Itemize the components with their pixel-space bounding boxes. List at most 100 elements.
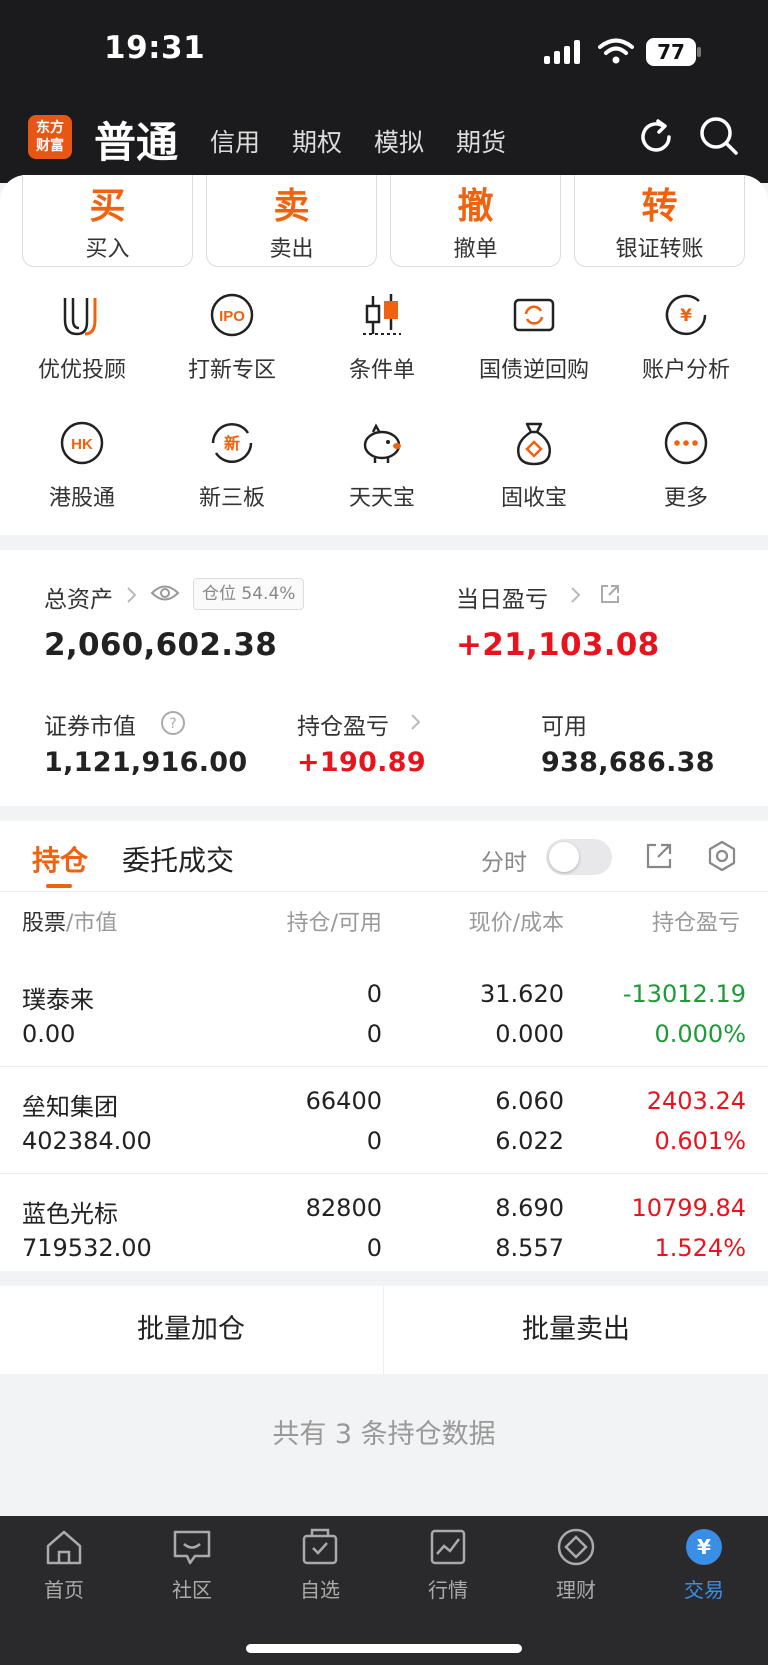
feature-label: 固收宝: [500, 486, 567, 511]
holding-pl-label[interactable]: 持仓盈亏: [297, 707, 389, 741]
tab-orders[interactable]: 委托成交: [122, 839, 234, 879]
home-icon: [46, 1530, 82, 1565]
nav-label: 理财: [556, 1578, 596, 1602]
nav-community[interactable]: 社区: [132, 1526, 252, 1603]
feature-conditional-order[interactable]: 条件单: [312, 290, 452, 384]
feature-more[interactable]: 更多: [616, 418, 756, 512]
nav-trade[interactable]: ¥ 交易: [644, 1526, 764, 1603]
feature-new-third-board[interactable]: 新 新三板: [162, 418, 302, 512]
money-bag-icon: [517, 422, 551, 466]
help-icon[interactable]: ?: [160, 710, 186, 736]
position-row[interactable]: 垒知集团 402384.00 66400 0 6.060 6.022 2403.24 0.60…: [0, 1067, 768, 1174]
tab-futures[interactable]: 期货: [456, 123, 506, 159]
signal-icon: [544, 40, 580, 64]
position-row[interactable]: 蓝色光标 719532.00 82800 0 8.690 8.557 10799.84 1.5…: [0, 1174, 768, 1281]
nav-label: 交易: [684, 1578, 724, 1602]
feature-uu-advisor[interactable]: 优优投顾: [12, 290, 152, 384]
timeshare-toggle[interactable]: [546, 839, 612, 875]
total-assets-label[interactable]: 总资产: [44, 580, 113, 614]
svg-text:IPO: IPO: [219, 308, 245, 325]
svg-text:?: ?: [169, 716, 176, 732]
holding-pl-pct: 1.524%: [654, 1234, 746, 1262]
cancel-glyph: 撤: [457, 186, 494, 227]
nav-wealth[interactable]: 理财: [516, 1526, 636, 1603]
feature-label: 账户分析: [641, 358, 730, 383]
nav-label: 首页: [44, 1578, 84, 1602]
position-ratio-badge: 仓位 54.4%: [193, 578, 305, 610]
cost-price: 8.557: [495, 1234, 564, 1262]
chevron-right-icon: [571, 587, 581, 603]
bottom-tab-bar: 首页 社区 自选 行情 理财 ¥ 交易: [0, 1516, 768, 1665]
header-stock: 股票: [22, 911, 67, 936]
daily-pl-label[interactable]: 当日盈亏: [456, 580, 548, 614]
footer: 共有 3 条持仓数据: [0, 1374, 768, 1516]
buy-button[interactable]: 买 买入: [22, 175, 193, 267]
position-row[interactable]: 璞泰来 0.00 0 0 31.620 0.000 -13012.19 0.000%: [0, 960, 768, 1067]
feature-label: 港股通: [48, 486, 115, 511]
settings-icon[interactable]: [706, 840, 738, 872]
bank-transfer-button[interactable]: 转 银证转账: [574, 175, 745, 267]
svg-text:¥: ¥: [697, 1535, 711, 1559]
nav-label: 社区: [172, 1578, 212, 1602]
toggle-knob: [549, 842, 579, 872]
nav-label: 行情: [428, 1578, 468, 1602]
available-value: 938,686.38: [541, 747, 715, 778]
feature-hk-connect[interactable]: HK 港股通: [12, 418, 152, 512]
feature-ipo-zone[interactable]: IPO 打新专区: [162, 290, 302, 384]
battery-level: 77: [657, 40, 685, 64]
available-qty: 0: [366, 1234, 382, 1262]
wifi-icon: [598, 38, 634, 64]
feature-label: 条件单: [348, 358, 415, 383]
trade-icon: ¥: [686, 1529, 722, 1565]
search-icon[interactable]: [698, 115, 740, 157]
piggy-bank-icon: [363, 423, 401, 463]
tab-holdings[interactable]: 持仓: [32, 839, 88, 879]
clock: 19:31: [104, 30, 206, 66]
tab-options[interactable]: 期权: [292, 123, 342, 159]
holding-pl: 2403.24: [646, 1087, 746, 1115]
tab-normal[interactable]: 普通: [94, 109, 178, 170]
chevron-right-icon: [411, 714, 421, 730]
feature-tiantianbao[interactable]: 天天宝: [312, 418, 452, 512]
nav-home[interactable]: 首页: [4, 1526, 124, 1603]
eye-icon[interactable]: [150, 582, 180, 604]
batch-actions: 批量加仓 批量卖出: [0, 1286, 768, 1374]
tab-credit[interactable]: 信用: [210, 123, 260, 159]
refresh-icon[interactable]: [636, 117, 676, 157]
batch-sell-button[interactable]: 批量卖出: [384, 1286, 768, 1374]
nav-watchlist[interactable]: 自选: [260, 1526, 380, 1603]
available-qty: 0: [366, 1020, 382, 1048]
sell-label: 卖出: [269, 237, 314, 262]
uu-icon: [63, 298, 97, 336]
share-icon[interactable]: [644, 841, 674, 871]
tab-simulation[interactable]: 模拟: [374, 123, 424, 159]
feature-label: 打新专区: [187, 358, 276, 383]
cost-price: 6.022: [495, 1127, 564, 1155]
cost-price: 0.000: [495, 1020, 564, 1048]
sell-button[interactable]: 卖 卖出: [206, 175, 377, 267]
quick-actions-panel: 买 买入 卖 卖出 撤 撤单 转 银证转账 优优投顾 IPO 打新专区 条件单 …: [0, 175, 768, 535]
feature-gushoubao[interactable]: 固收宝: [464, 418, 604, 512]
current-price: 8.690: [495, 1194, 564, 1222]
positions-panel: 持仓 委托成交 分时 股票/市值 持仓/可用 现价/成本 持仓盈亏 璞泰来 0.0…: [0, 821, 768, 1281]
svg-text:¥: ¥: [680, 306, 692, 326]
home-indicator[interactable]: [246, 1644, 522, 1653]
external-link-icon[interactable]: [598, 582, 622, 606]
cancel-order-button[interactable]: 撤 撤单: [390, 175, 561, 267]
column-header-stock: 股票/市值: [22, 905, 117, 937]
nav-market[interactable]: 行情: [388, 1526, 508, 1603]
chevron-right-icon: [127, 587, 137, 603]
feature-label: 优优投顾: [37, 358, 126, 383]
available-qty: 0: [366, 1127, 382, 1155]
svg-text:HK: HK: [71, 436, 93, 453]
holding-pl-pct: 0.601%: [654, 1127, 746, 1155]
feature-reverse-repo[interactable]: 国债逆回购: [464, 290, 604, 384]
market-value: 402384.00: [22, 1127, 152, 1155]
batch-add-button[interactable]: 批量加仓: [0, 1286, 382, 1374]
holding-qty: 82800: [305, 1194, 382, 1222]
holding-pl: -13012.19: [622, 980, 746, 1008]
logo-line-2: 财富: [36, 138, 64, 154]
app-logo[interactable]: 东方 财富: [28, 115, 72, 159]
feature-account-analysis[interactable]: ¥ 账户分析: [616, 290, 756, 384]
column-header-pl: 持仓盈亏: [652, 905, 768, 937]
